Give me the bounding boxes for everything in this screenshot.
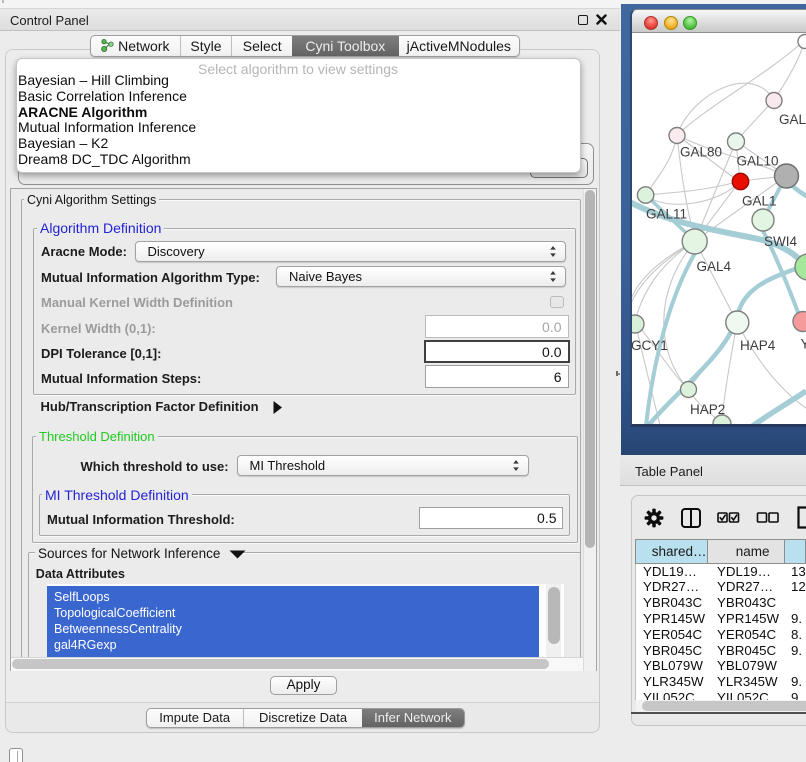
svg-text:GAL4: GAL4 [697,259,732,274]
svg-text:GAL11: GAL11 [646,207,687,222]
svg-text:HAP2: HAP2 [690,402,725,417]
svg-text:HAP4: HAP4 [740,338,776,353]
svg-text:GCY1: GCY1 [632,338,668,353]
svg-text:Y: Y [801,337,806,352]
svg-text:GAL: GAL [779,112,806,127]
svg-text:GAL80: GAL80 [680,145,722,160]
svg-text:SWI4: SWI4 [764,234,797,249]
svg-text:GAL10: GAL10 [737,154,779,169]
svg-text:GAL1: GAL1 [742,194,777,209]
